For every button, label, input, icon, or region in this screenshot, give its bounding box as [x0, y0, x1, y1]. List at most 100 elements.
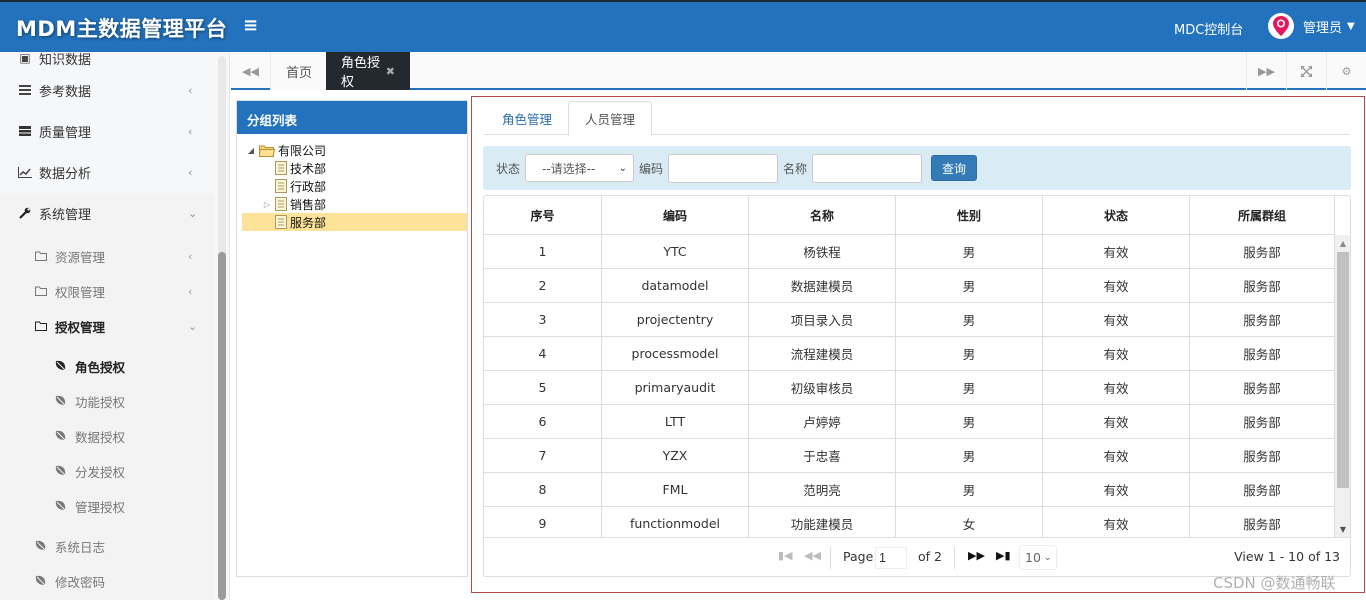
sidebar-item-analysis[interactable]: 数据分析 ‹: [0, 152, 215, 192]
close-icon[interactable]: ✖: [386, 65, 395, 78]
chevron-down-icon: ⌄: [1043, 552, 1052, 563]
table-cell: 9: [484, 507, 602, 537]
sidebar-item-manage-auth[interactable]: 管理授权: [0, 489, 215, 523]
table-cell: 男: [896, 371, 1043, 404]
sidebar-item-distribute-auth[interactable]: 分发授权: [0, 454, 215, 488]
tab-people-management[interactable]: 人员管理: [568, 101, 653, 136]
table-cell: 于忠喜: [749, 439, 896, 472]
table-cell: 流程建模员: [749, 337, 896, 370]
table-cell: 功能建模员: [749, 507, 896, 537]
table-cell: 服务部: [1190, 439, 1335, 472]
query-button[interactable]: 查询: [931, 155, 978, 181]
tree-node-label: 销售部: [290, 197, 327, 212]
folder-icon: [35, 251, 48, 261]
leaf-icon: [55, 360, 68, 372]
line-chart-icon: [18, 166, 32, 178]
sidebar-item-label: 管理授权: [75, 499, 126, 515]
tree-node-admin[interactable]: 行政部: [261, 177, 326, 195]
leaf-icon: [55, 395, 68, 407]
sidebar-item-quality[interactable]: 质量管理 ‹: [0, 111, 215, 151]
tree-node-company[interactable]: ◢ 有限公司: [245, 141, 326, 159]
table-cell: FML: [602, 473, 749, 506]
grid-scrollbar[interactable]: ▲ ▼: [1335, 235, 1350, 537]
table-cell: 7: [484, 439, 602, 472]
table-row[interactable]: 5 primaryaudit 初级审核员男有效 服务部: [484, 371, 1335, 405]
file-icon: ▣: [19, 52, 31, 65]
table-cell: 初级审核员: [749, 371, 896, 404]
tree-node-service[interactable]: 服务部: [242, 213, 467, 231]
table-cell: 男: [896, 337, 1043, 370]
table-cell: 8: [484, 473, 602, 506]
table-row[interactable]: 4 processmodel 流程建模员男有效 服务部: [484, 337, 1335, 371]
group-list-panel: 分组列表 ◢ 有限公司 技术部 行政部 ▷ 销售部 服务部: [236, 100, 468, 577]
scroll-down-icon[interactable]: ▼: [1335, 521, 1350, 537]
page-size-select[interactable]: 10 ⌄: [1019, 545, 1057, 570]
pager: ▮◀ ◀◀ Page of 2 ▶▶ ▶▮ 10 ⌄ View 1 - 10 o…: [484, 537, 1350, 576]
column-header[interactable]: 编码: [602, 196, 749, 235]
tree-node-sales[interactable]: ▷ 销售部: [261, 195, 326, 213]
sidebar-item-data-auth[interactable]: 数据授权: [0, 419, 215, 453]
sidebar-item-authorization[interactable]: 授权管理 ⌄: [0, 309, 215, 343]
sidebar-item-role-auth[interactable]: 角色授权: [0, 349, 215, 383]
double-right-icon[interactable]: ▶▶: [1246, 52, 1286, 90]
sidebar-item-reference-data[interactable]: 参考数据 ‹: [0, 70, 215, 110]
column-header[interactable]: 状态: [1043, 196, 1190, 235]
gear-icon[interactable]: ⚙: [1326, 52, 1366, 90]
pager-divider: [830, 547, 831, 569]
user-menu[interactable]: 管理员 ▼: [1268, 13, 1355, 39]
table-row[interactable]: 6 LTT 卢婷婷男有效 服务部: [484, 405, 1335, 439]
column-header[interactable]: 序号: [484, 196, 602, 235]
sub-tabs: 角色管理 人员管理: [484, 101, 1350, 136]
grid-scrollbar-thumb[interactable]: [1337, 252, 1349, 488]
table-row[interactable]: 2 datamodel 数据建模员男有效 服务部: [484, 269, 1335, 303]
fullscreen-icon[interactable]: [1286, 52, 1326, 90]
column-header[interactable]: 名称: [749, 196, 896, 235]
tab-home[interactable]: 首页: [271, 52, 328, 90]
last-page-icon[interactable]: ▶▮: [996, 549, 1011, 562]
scroll-up-icon[interactable]: ▲: [1335, 235, 1350, 251]
sidebar-item-label: 系统日志: [55, 539, 106, 555]
sidebar-item-permission[interactable]: 权限管理 ‹: [0, 274, 215, 308]
table-row[interactable]: 7 YZX 于忠喜男有效 服务部: [484, 439, 1335, 473]
sidebar-item-resource[interactable]: 资源管理 ‹: [0, 239, 215, 273]
sidebar-item-function-auth[interactable]: 功能授权: [0, 384, 215, 418]
sidebar-item-change-password[interactable]: 修改密码: [0, 564, 215, 598]
console-link[interactable]: MDC控制台: [1174, 19, 1243, 38]
column-header[interactable]: 性别: [896, 196, 1043, 235]
next-page-icon[interactable]: ▶▶: [968, 549, 985, 562]
code-input[interactable]: [668, 153, 779, 183]
table-cell: primaryaudit: [602, 371, 749, 404]
table-row[interactable]: 9 functionmodel 功能建模员女有效 服务部: [484, 507, 1335, 537]
table-row[interactable]: 8 FML 范明亮男有效 服务部: [484, 473, 1335, 507]
sidebar-scrollbar[interactable]: [218, 56, 226, 600]
name-label: 名称: [783, 161, 808, 176]
table-cell: 男: [896, 235, 1043, 268]
table-cell: 有效: [1043, 269, 1190, 302]
tree-expand-icon[interactable]: ▷: [261, 200, 273, 209]
sidebar-item-system-log[interactable]: 系统日志: [0, 529, 215, 563]
sidebar-item-label: 数据授权: [75, 429, 126, 445]
double-left-icon[interactable]: ◀◀: [231, 52, 271, 90]
document-icon: [275, 215, 287, 229]
table-row[interactable]: 1 YTC 杨铁程男有效 服务部: [484, 235, 1335, 269]
sidebar-scrollbar-thumb[interactable]: [218, 252, 226, 600]
column-header[interactable]: 所属群组: [1190, 196, 1335, 235]
tab-role-auth[interactable]: 角色授权 ✖: [326, 52, 410, 90]
hamburger-icon[interactable]: ≡: [243, 15, 258, 36]
status-select[interactable]: --请选择-- ⌄: [525, 154, 635, 182]
table-row[interactable]: 3 projectentry 项目录入员男有效 服务部: [484, 303, 1335, 337]
table-cell: projectentry: [602, 303, 749, 336]
tree-node-tech[interactable]: 技术部: [261, 159, 326, 177]
tree-collapse-icon[interactable]: ◢: [245, 146, 257, 155]
prev-page-icon[interactable]: ◀◀: [804, 549, 821, 562]
status-label: 状态: [496, 161, 521, 176]
table-cell: 服务部: [1190, 303, 1335, 336]
tab-role-management[interactable]: 角色管理: [486, 101, 568, 135]
table-cell: LTT: [602, 405, 749, 438]
name-input[interactable]: [812, 153, 923, 183]
code-label: 编码: [639, 161, 664, 176]
table-cell: 5: [484, 371, 602, 404]
page-input[interactable]: [875, 547, 907, 569]
first-page-icon[interactable]: ▮◀: [778, 549, 793, 562]
sidebar-item-system[interactable]: 系统管理 ⌄: [0, 193, 215, 233]
